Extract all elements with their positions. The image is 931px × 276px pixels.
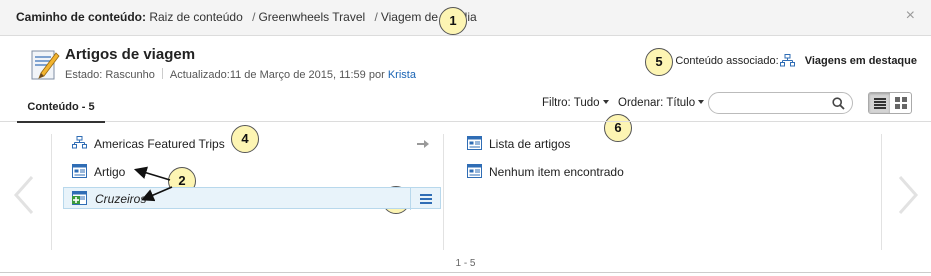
list-item-selected[interactable]: Cruzeiros (63, 187, 441, 210)
page-meta: Estado: Rascunho Actualizado:11 de Março … (65, 68, 416, 81)
associated-content-label: Conteúdo associado: (675, 55, 779, 67)
template-icon (467, 164, 482, 178)
status-text: Estado: Rascunho (65, 69, 155, 81)
list-item[interactable]: Nenhum item encontrado (467, 161, 867, 183)
sitemap-icon (72, 136, 87, 149)
list-item[interactable]: Americas Featured Trips (72, 133, 432, 155)
template-icon (72, 164, 87, 178)
menu-icon (419, 194, 432, 204)
breadcrumb-segment[interactable]: Greenwheels Travel (258, 10, 365, 24)
breadcrumb-root[interactable]: Raiz de conteúdo (149, 10, 242, 24)
chevron-right-icon[interactable] (896, 175, 920, 215)
list-item-label: Cruzeiros (95, 192, 147, 206)
search-box (708, 92, 853, 114)
breadcrumb-separator: / (374, 10, 378, 24)
pagination-info: 1 - 5 (455, 258, 476, 269)
arrow-right-icon[interactable] (417, 139, 429, 149)
page-title: Artigos de viagem (65, 46, 196, 63)
close-icon[interactable]: × (906, 7, 915, 25)
view-toggle (868, 92, 912, 114)
list-item[interactable]: Lista de artigos (467, 133, 867, 155)
add-template-icon (72, 191, 87, 205)
document-icon (30, 47, 60, 81)
caret-down-icon (602, 100, 609, 104)
chevron-left-icon[interactable] (12, 175, 36, 215)
list-item-label: Americas Featured Trips (94, 137, 225, 151)
list-view-icon (873, 97, 886, 109)
tab-divider (0, 121, 931, 122)
list-view-button[interactable] (869, 93, 890, 113)
divider (161, 68, 163, 79)
callout-badge: 1 (439, 7, 467, 35)
grid-view-icon (894, 97, 907, 109)
sort-label: Ordenar: Título (618, 97, 696, 109)
bottom-divider (0, 272, 931, 273)
list-item-label: Nenhum item encontrado (489, 165, 624, 179)
callout-badge: 5 (645, 48, 673, 76)
grid-view-button[interactable] (890, 93, 911, 113)
updated-text: Actualizado:11 de Março de 2015, 11:59 p… (169, 69, 385, 81)
column-border-right (881, 134, 882, 250)
associated-content: Conteúdo associado: Viagens em destaque (675, 54, 917, 67)
search-icon[interactable] (832, 97, 845, 110)
caret-down-icon (698, 100, 705, 104)
template-icon (467, 136, 482, 150)
item-menu-button[interactable] (410, 188, 440, 210)
column-divider (443, 134, 444, 250)
breadcrumb-separator: / (252, 10, 256, 24)
breadcrumb-label: Caminho de conteúdo: (16, 10, 146, 24)
search-input[interactable] (717, 93, 835, 113)
breadcrumb: Caminho de conteúdo: Raiz de conteúdo / G… (16, 10, 477, 24)
list-item-label: Lista de artigos (489, 137, 571, 151)
list-item[interactable]: Artigo (72, 161, 432, 183)
tab-content[interactable]: Conteúdo - 5 (17, 99, 105, 123)
author-link[interactable]: Krista (388, 69, 416, 81)
filter-label: Filtro: Tudo (542, 97, 600, 109)
list-item-label: Artigo (94, 165, 126, 179)
sort-dropdown[interactable]: Ordenar: Título (618, 97, 705, 109)
column-border-left (51, 134, 52, 250)
filter-dropdown[interactable]: Filtro: Tudo (542, 97, 609, 109)
associated-content-link[interactable]: Viagens em destaque (805, 55, 917, 67)
sitemap-icon (779, 54, 795, 67)
